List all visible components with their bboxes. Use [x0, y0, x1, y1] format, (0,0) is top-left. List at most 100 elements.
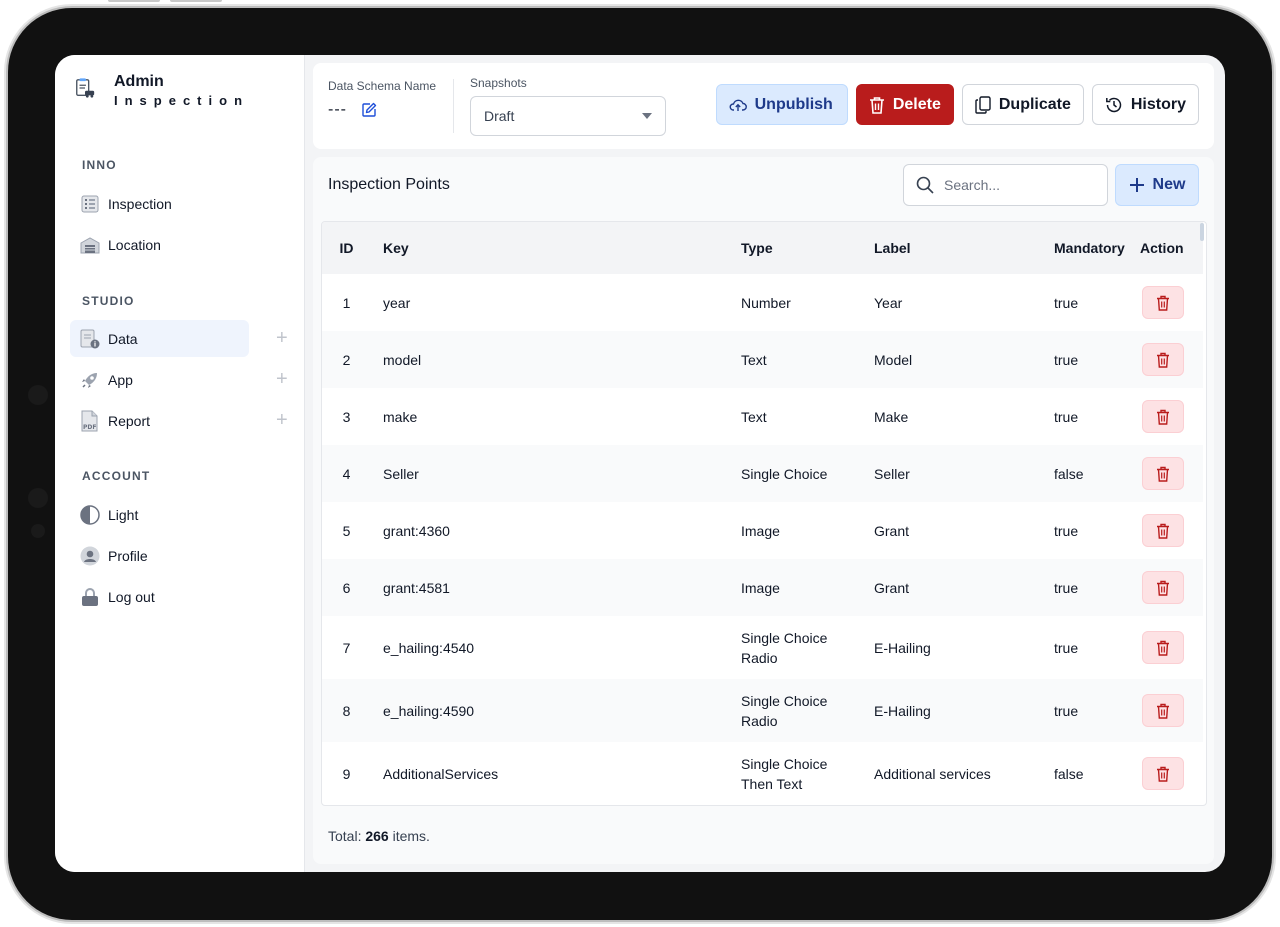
cell-action: [1137, 388, 1203, 445]
cell-mandatory: true: [1054, 522, 1079, 539]
cell-label: Seller: [862, 445, 1042, 502]
trash-icon: [1156, 295, 1170, 311]
sidebar-item-location[interactable]: Location: [70, 226, 289, 263]
unpublish-button[interactable]: Unpublish: [715, 84, 848, 125]
edit-icon[interactable]: [361, 102, 377, 118]
table-row[interactable]: 9 AdditionalServices Single Choice Then Tex…: [322, 742, 1203, 805]
delete-button[interactable]: Delete: [855, 84, 954, 125]
cell-action: [1137, 616, 1203, 679]
delete-row-button[interactable]: [1142, 631, 1184, 664]
cell-action: [1137, 445, 1203, 502]
cell-mandatory: true: [1042, 679, 1137, 742]
lock-icon: [80, 587, 100, 607]
cell-key: grant:4360: [383, 522, 450, 539]
brand-subtitle: Inspection: [114, 93, 250, 108]
scrollbar[interactable]: [1200, 223, 1204, 241]
cell-type-line1: Single Choice: [741, 629, 828, 646]
cell-mandatory: true: [1042, 559, 1137, 616]
trash-icon: [1156, 352, 1170, 368]
cell-action: [1137, 331, 1203, 388]
schema-name-value: ---: [328, 101, 347, 118]
snapshots-value: Draft: [484, 108, 515, 124]
sidebar-item-light[interactable]: Light: [70, 496, 289, 533]
table-header: ID Key Type Label Mandatory Action: [322, 222, 1203, 274]
cell-label: E-Hailing: [862, 679, 1042, 742]
sidebar-item-label: Light: [108, 506, 139, 523]
table-row[interactable]: 7 e_hailing:4540 Single Choice Radio E-Haili…: [322, 616, 1203, 679]
table-row[interactable]: 3 make Text Make true: [322, 388, 1203, 445]
trash-icon: [1156, 766, 1170, 782]
cell-id: 2: [322, 331, 371, 388]
cell-id: 8: [322, 679, 371, 742]
cell-type: Single Choice Radio: [729, 616, 862, 679]
cell-type-line2: Radio: [741, 712, 778, 729]
delete-row-button[interactable]: [1142, 757, 1184, 790]
cell-type-line1: Text: [741, 408, 767, 425]
table-row[interactable]: 1 year Number Year true: [322, 274, 1203, 331]
table-row[interactable]: 2 model Text Model true: [322, 331, 1203, 388]
trash-icon: [1156, 409, 1170, 425]
cell-type-line2: Then Text: [741, 775, 803, 792]
column-header-mandatory: Mandatory: [1042, 222, 1137, 274]
total-suffix: items.: [392, 828, 430, 844]
table-row[interactable]: 5 grant:4360 Image Grant true: [322, 502, 1203, 559]
delete-row-button[interactable]: [1142, 514, 1184, 547]
delete-label: Delete: [892, 95, 941, 113]
panel-title: Inspection Points: [328, 176, 450, 193]
cell-id: 1: [342, 294, 351, 311]
sidebar-item-report[interactable]: PDF Report +: [70, 402, 289, 439]
total-count: 266: [365, 828, 389, 844]
cell-action: [1137, 742, 1203, 805]
delete-row-button[interactable]: [1142, 694, 1184, 727]
cell-key: year: [383, 294, 411, 311]
sidebar-item-data[interactable]: Data +: [70, 320, 288, 357]
svg-text:PDF: PDF: [83, 424, 96, 431]
total-prefix: Total:: [328, 828, 362, 844]
cell-type: Image: [729, 559, 862, 616]
snapshots-select[interactable]: Draft: [470, 96, 666, 136]
column-header-id: ID: [322, 222, 371, 274]
add-report-icon[interactable]: +: [276, 409, 288, 432]
cell-key: Seller: [371, 445, 729, 502]
screen: Admin Inspection INNO Inspection Locatio…: [55, 55, 1225, 872]
cell-id: 5: [342, 522, 351, 539]
delete-row-button[interactable]: [1142, 457, 1184, 490]
cell-mandatory: true: [1042, 331, 1137, 388]
new-button[interactable]: New: [1115, 164, 1199, 206]
sidebar-item-app[interactable]: App +: [70, 361, 289, 398]
sidebar-item-inspection[interactable]: Inspection: [70, 185, 289, 222]
main-content: Data Schema Name --- Snapshots Draft Unp…: [305, 55, 1225, 872]
inspection-points-table: ID Key Type Label Mandatory Action 1 year…: [321, 221, 1207, 806]
delete-row-button[interactable]: [1142, 286, 1184, 319]
cell-type: Text: [729, 331, 862, 388]
add-data-icon[interactable]: +: [276, 327, 288, 350]
history-icon: [1105, 97, 1122, 112]
cell-id: 6: [322, 559, 371, 616]
sidebar-item-profile[interactable]: Profile: [70, 537, 289, 574]
trash-icon: [1156, 523, 1170, 539]
cell-key: e_hailing:4590: [371, 679, 729, 742]
delete-row-button[interactable]: [1142, 400, 1184, 433]
caret-down-icon: [642, 113, 652, 119]
cell-id: 4: [322, 445, 371, 502]
sidebar-item-logout[interactable]: Log out: [70, 578, 289, 615]
cell-type-line1: Image: [741, 579, 780, 596]
new-label: New: [1152, 176, 1186, 193]
duplicate-button[interactable]: Duplicate: [961, 84, 1084, 125]
brand: Admin Inspection: [70, 73, 289, 108]
camera-dot: [31, 524, 45, 538]
cell-id: 7: [342, 639, 351, 656]
add-app-icon[interactable]: +: [276, 368, 288, 391]
garage-icon: [80, 235, 100, 255]
delete-row-button[interactable]: [1142, 343, 1184, 376]
toolbar-buttons: Unpublish Delete Duplicate History: [715, 84, 1199, 125]
delete-row-button[interactable]: [1142, 571, 1184, 604]
search-input[interactable]: Search...: [903, 164, 1108, 206]
table-row[interactable]: 8 e_hailing:4590 Single Choice Radio E-Haili…: [322, 679, 1203, 742]
sidebar-item-label: Inspection: [108, 195, 172, 212]
table-row[interactable]: 6 grant:4581 Image Grant true: [322, 559, 1203, 616]
history-button[interactable]: History: [1091, 84, 1199, 125]
contrast-icon: [80, 504, 100, 525]
inspection-points-panel: Inspection Points Search... New ID Key T…: [313, 157, 1214, 864]
table-row[interactable]: 4 Seller Single Choice Seller false: [322, 445, 1203, 502]
